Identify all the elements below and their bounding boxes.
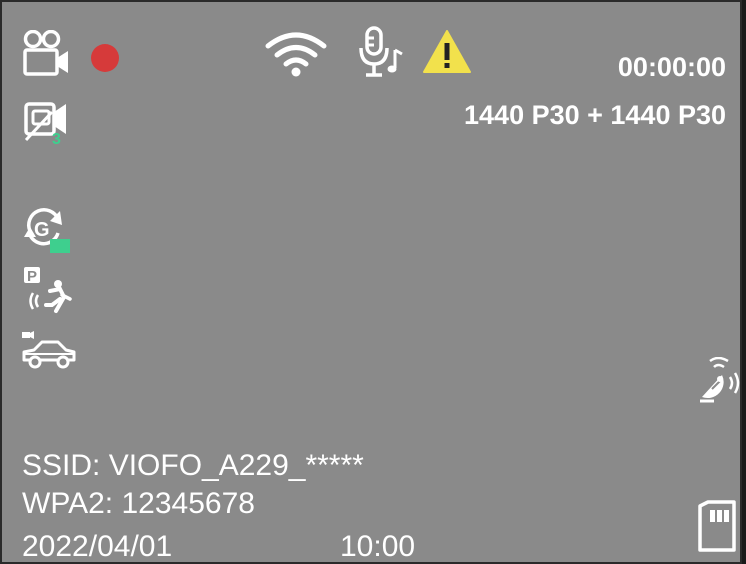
wifi-icon[interactable] [264, 30, 328, 78]
recording-timer: 00:00:00 [617, 52, 726, 82]
wifi-ssid: SSID: VIOFO_A229_***** [22, 449, 364, 482]
sd-card-icon[interactable] [696, 500, 738, 554]
recording-indicator [91, 44, 119, 72]
car-icon[interactable] [20, 330, 76, 372]
resolution-label: 1440 P30 + 1440 P30 [464, 100, 726, 130]
microphone-music-icon[interactable] [357, 26, 407, 80]
svg-text:3: 3 [52, 131, 61, 146]
date-display: 2022/04/01 [22, 530, 173, 563]
gps-icon[interactable] [696, 357, 742, 407]
warning-icon[interactable] [422, 28, 472, 74]
parking-motion-icon[interactable]: P [22, 265, 72, 315]
time-display: 10:00 [340, 530, 416, 563]
svg-text:P: P [27, 268, 37, 285]
wifi-password: WPA2: 12345678 [22, 487, 255, 520]
svg-text:G: G [34, 219, 50, 241]
dashcam-screen: 00:00:00 1440 P30 + 1440 P30 3 G P SSID:… [0, 0, 742, 564]
camera-mode-icon[interactable] [22, 30, 70, 78]
g-sensor-icon[interactable]: G [20, 205, 72, 255]
multi-cam-icon[interactable]: 3 [22, 98, 70, 146]
